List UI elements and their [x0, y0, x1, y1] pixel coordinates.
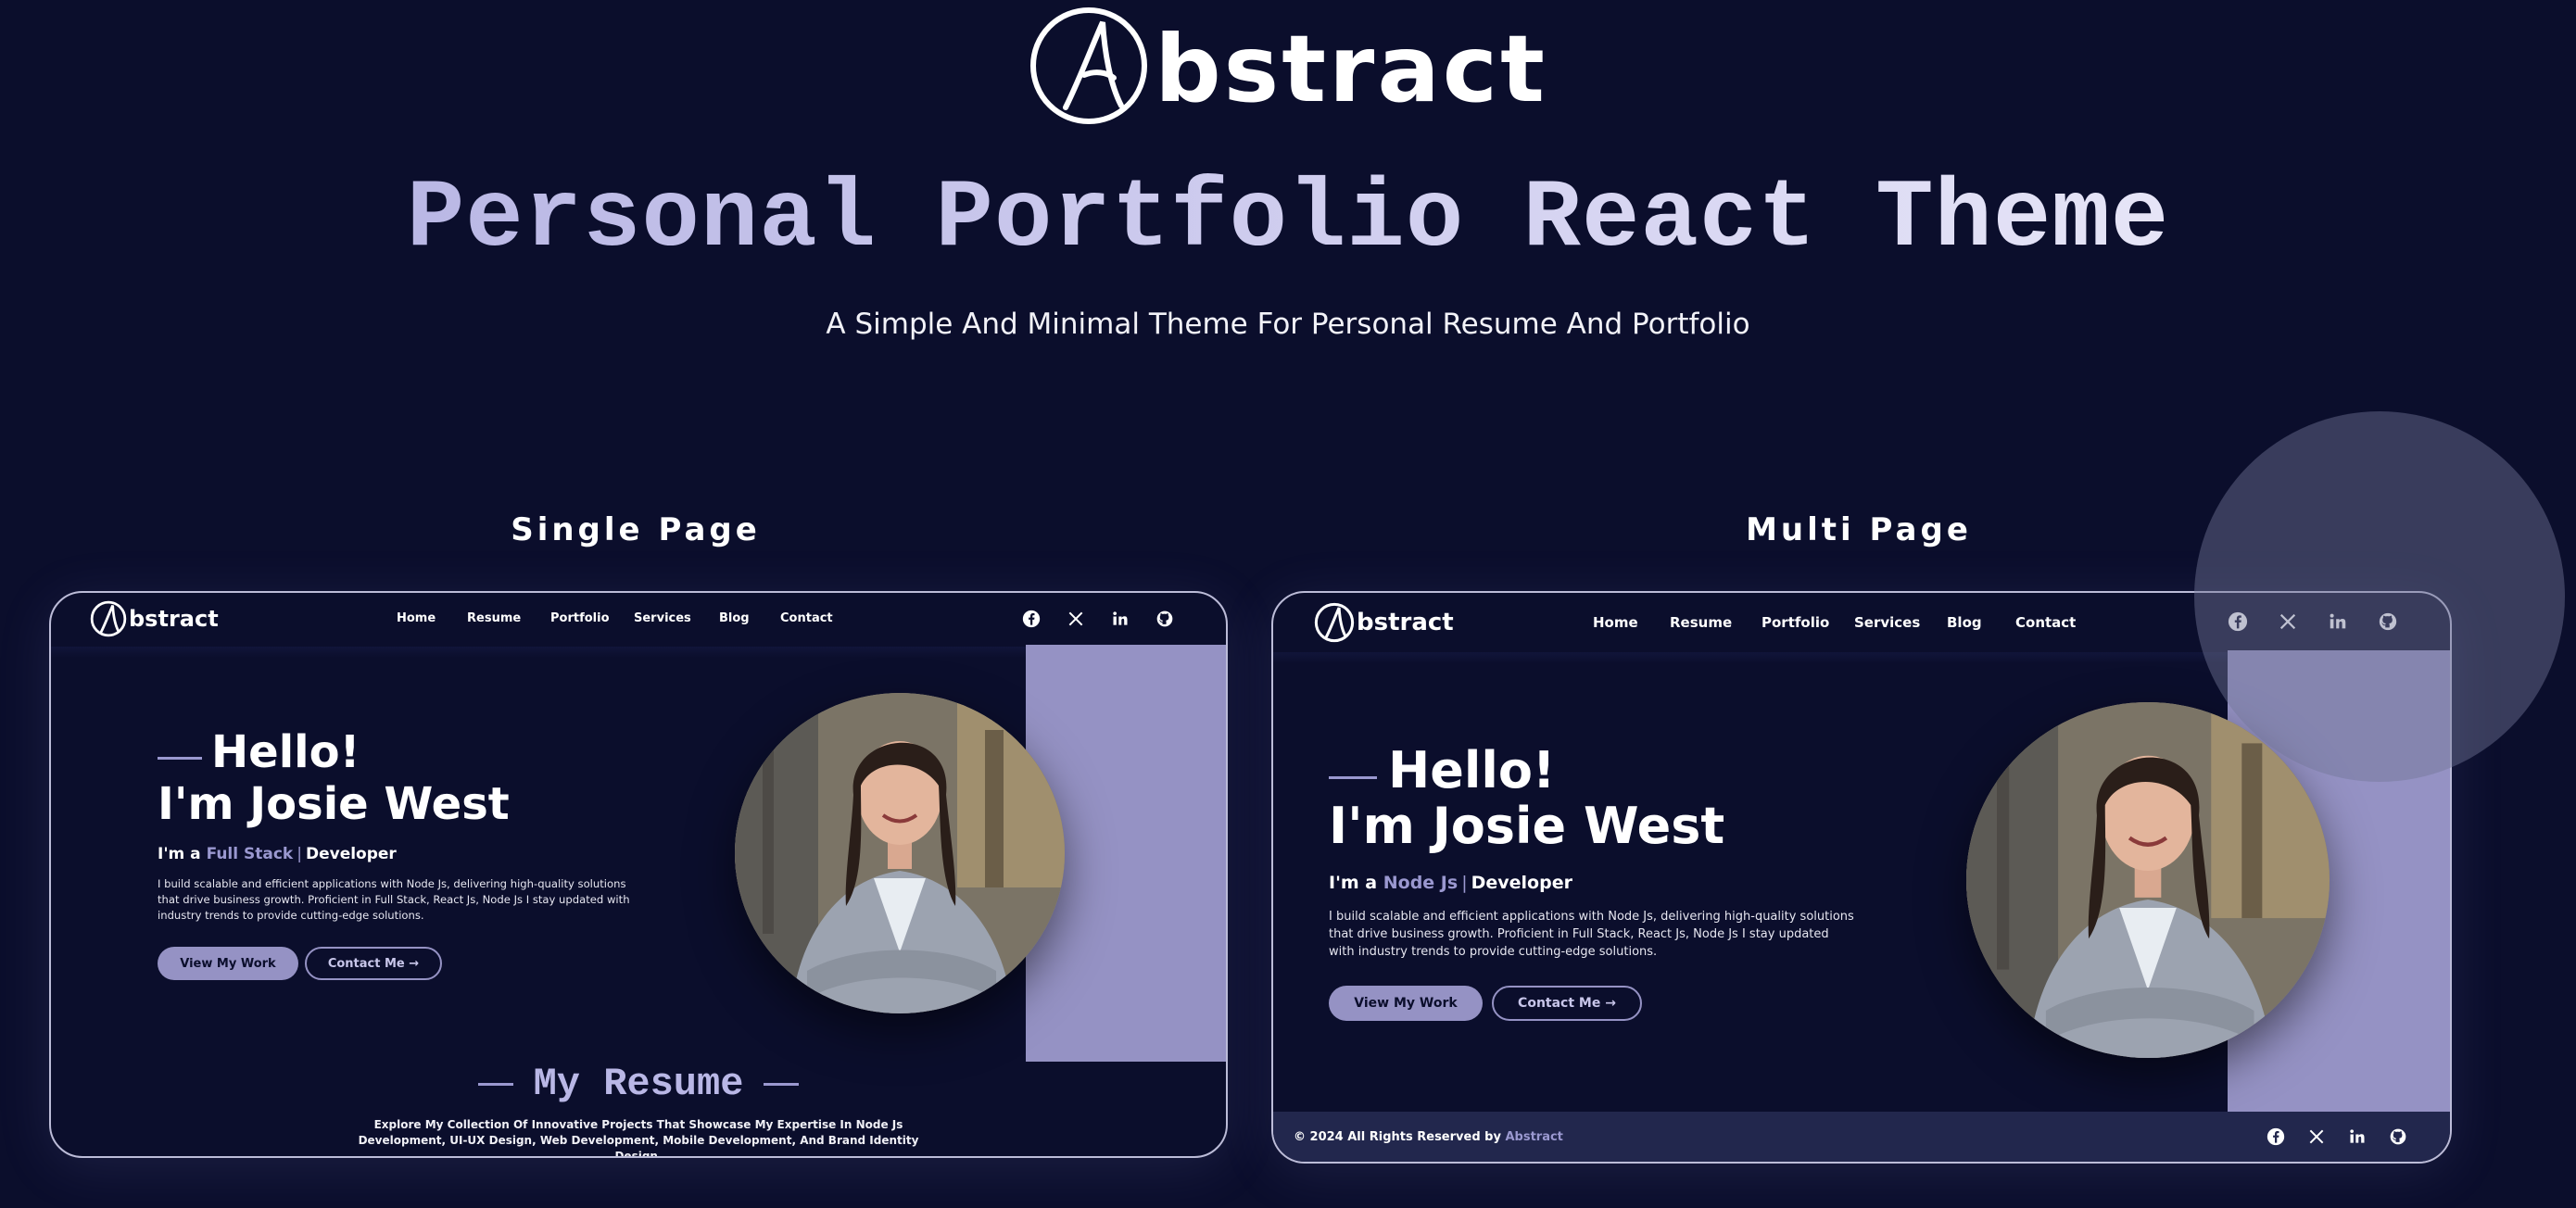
nav-item-contact[interactable]: Contact [2015, 614, 2090, 631]
github-icon[interactable] [2389, 1127, 2407, 1146]
page-subtitle: A Simple And Minimal Theme For Personal … [826, 308, 1750, 341]
nav-item-contact[interactable]: Contact [780, 611, 845, 625]
preview-logo[interactable]: bstract [90, 600, 219, 637]
role-prefix: I'm a [1329, 873, 1378, 893]
preview-footer: © 2024 All Rights Reserved by Abstract [1273, 1112, 2450, 1162]
nav-item-home[interactable]: Home [397, 611, 467, 625]
greeting-dash [158, 757, 202, 760]
preview-logo[interactable]: bstract [1314, 602, 1454, 643]
nav-item-blog[interactable]: Blog [1947, 614, 2015, 631]
role-separator: | [1461, 873, 1468, 893]
nav-item-resume[interactable]: Resume [1670, 614, 1762, 631]
decorative-circle [2194, 411, 2565, 782]
preview-nav-links: Home Resume Portfolio Services Blog Cont… [397, 611, 845, 625]
linkedin-icon[interactable] [2348, 1127, 2367, 1146]
x-icon[interactable] [2307, 1127, 2326, 1146]
section-label-single-page: Single Page [511, 511, 761, 548]
single-page-preview[interactable]: bstract Home Resume Portfolio Services B… [49, 591, 1228, 1158]
greeting-dash [1329, 776, 1377, 779]
abstract-logo-icon [1030, 7, 1148, 124]
resume-heading: My Resume [51, 1062, 1226, 1106]
hello-heading: Hello! [211, 726, 360, 778]
name-heading: I'm Josie West [158, 778, 510, 830]
preview-logo-word: bstract [129, 606, 219, 632]
role-highlight: Full Stack [206, 845, 294, 863]
brand-logo: bstract [0, 0, 2576, 132]
brand-wordmark: bstract [1155, 15, 1547, 123]
role-separator: | [297, 845, 302, 863]
role-line: I'm a Node Js | Developer [1329, 873, 1572, 893]
section-label-multi-page: Multi Page [1746, 511, 1972, 548]
copyright-text: © 2024 All Rights Reserved by [1294, 1129, 1501, 1144]
footer-social-icons [2267, 1127, 2407, 1146]
nav-item-portfolio[interactable]: Portfolio [1762, 614, 1854, 631]
footer-copyright: © 2024 All Rights Reserved by Abstract [1294, 1130, 1563, 1144]
nav-item-services[interactable]: Services [634, 611, 719, 625]
nav-item-portfolio[interactable]: Portfolio [550, 611, 634, 625]
name-heading: I'm Josie West [1329, 797, 1725, 855]
hero-greeting: Hello! [158, 728, 360, 777]
contact-me-button[interactable]: Contact Me → [305, 947, 442, 980]
nav-item-resume[interactable]: Resume [467, 611, 550, 625]
resume-title: My Resume [533, 1062, 744, 1106]
hero-description: I build scalable and efficient applicati… [1329, 910, 1854, 959]
role-suffix: Developer [1471, 873, 1572, 893]
preview-navbar: bstract Home Resume Portfolio Services B… [51, 593, 1226, 647]
facebook-icon[interactable] [1022, 610, 1041, 628]
x-icon[interactable] [1067, 610, 1085, 628]
contact-me-button[interactable]: Contact Me → [1492, 986, 1642, 1021]
github-icon[interactable] [1155, 610, 1174, 628]
role-line: I'm a Full Stack | Developer [158, 845, 397, 863]
view-my-work-button[interactable]: View My Work [1329, 986, 1483, 1021]
abstract-logo-icon [90, 600, 127, 637]
preview-nav-links: Home Resume Portfolio Services Blog Cont… [1593, 614, 2090, 631]
page-title: Personal Portfolio React Theme [0, 165, 2576, 274]
nav-item-blog[interactable]: Blog [719, 611, 780, 625]
profile-photo [735, 693, 1065, 1013]
abstract-logo-icon [1314, 602, 1355, 643]
preview-social-icons [1022, 610, 1174, 628]
resume-description: Explore My Collection Of Innovative Proj… [358, 1118, 919, 1158]
resume-dash-right [764, 1082, 800, 1086]
role-suffix: Developer [305, 845, 397, 863]
resume-dash-left [477, 1082, 513, 1086]
hero-description: I build scalable and efficient applicati… [158, 877, 630, 922]
hello-heading: Hello! [1388, 741, 1556, 799]
preview-logo-word: bstract [1357, 609, 1454, 636]
hero-greeting: Hello! [1329, 743, 1556, 798]
linkedin-icon[interactable] [1111, 610, 1130, 628]
nav-item-home[interactable]: Home [1593, 614, 1670, 631]
role-prefix: I'm a [158, 845, 201, 863]
nav-item-services[interactable]: Services [1854, 614, 1947, 631]
footer-brand-link[interactable]: Abstract [1505, 1130, 1562, 1144]
facebook-icon[interactable] [2267, 1127, 2285, 1146]
role-highlight: Node Js [1383, 873, 1458, 893]
view-my-work-button[interactable]: View My Work [158, 947, 298, 980]
profile-photo [1966, 702, 2330, 1058]
